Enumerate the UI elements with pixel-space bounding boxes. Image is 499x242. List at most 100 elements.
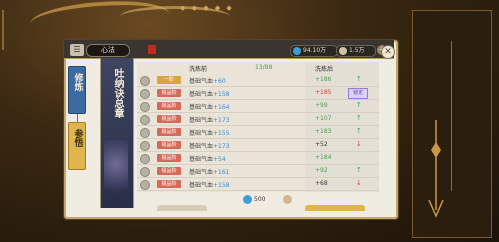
attribute-value: +164 [213,104,230,111]
attribute-before: 基础气血+158 [189,180,230,189]
attribute-after: +99 [315,102,328,109]
table-row[interactable]: 极品阶 基础气血+161 +92 ↑ [137,165,379,177]
arrow-up-icon: ↑ [356,75,362,83]
attribute-after: +183 [315,128,332,135]
quality-badge: 一阶 [157,76,181,84]
lock-checkbox[interactable] [140,102,150,112]
attribute-before: 基础气血+173 [189,141,230,150]
header-after: 洗炼后 [315,66,334,73]
attribute-before: 基础气血+155 [189,128,230,137]
attribute-name: 基础气血 [189,143,214,150]
table-row[interactable]: 极品阶 基础气血+164 +99 ↑ [137,100,379,112]
header-progress: 13/88 [255,64,273,71]
arrow-down-icon: ↓ [356,179,362,187]
attribute-after: +107 [315,115,332,122]
close-button[interactable]: ✕ [381,45,395,59]
attribute-before: 基础气血+54 [189,154,226,163]
arrow-up-icon: ↑ [356,127,362,135]
attribute-before: 基础气血+60 [189,76,226,85]
decor-diamonds: ◆ ◆ ◆ ◆ ◆ [180,4,234,12]
save-button[interactable] [305,205,365,211]
lock-checkbox[interactable] [140,167,150,177]
currency-ingot: 1.5万 + [336,45,387,57]
scroll-ornament [104,140,128,200]
table-row[interactable]: 极品阶 基础气血+158 +68 ↓ [137,178,379,190]
arrow-up-icon: ↑ [356,166,362,174]
attribute-name: 基础气血 [189,78,214,85]
frame-line [451,41,452,191]
table-row[interactable]: 极品阶 基础气血+158 +185 锁定 [137,87,379,99]
quality-badge: 极品阶 [157,141,181,149]
table-row[interactable]: 极品阶 基础气血+155 +183 ↑ [137,126,379,138]
tab-canwu[interactable]: 参悟 [68,122,86,170]
attribute-after: +184 [315,154,332,161]
attribute-name: 基础气血 [189,169,214,176]
lock-badge: 锁定 [348,88,368,99]
refine-button[interactable] [157,205,207,211]
ingot-icon [283,195,292,204]
arrow-up-icon: ↑ [356,101,362,109]
table-row[interactable]: 极品阶 基础气血+173 +107 ↑ [137,113,379,125]
scroll-title: 吐纳诀总章 [112,68,123,118]
attribute-value: +173 [213,143,230,150]
attribute-value: +158 [213,182,230,189]
tab-label: 参悟 [72,129,83,147]
lock-checkbox[interactable] [140,115,150,125]
lock-checkbox[interactable] [140,180,150,190]
quality-badge: 极品阶 [157,167,181,175]
lock-checkbox[interactable] [140,154,150,164]
quality-badge: 极品阶 [157,154,181,162]
attribute-before: 基础气血+161 [189,167,230,176]
quality-badge: 极品阶 [157,102,181,110]
decor-arrow-icon [428,120,444,218]
attribute-after: +186 [315,76,332,83]
arrow-down-icon: ↓ [356,140,362,148]
attribute-name: 基础气血 [189,156,214,163]
right-frame [412,10,492,238]
row-divider [137,190,379,191]
attribute-value: +173 [213,117,230,124]
attribute-after: +52 [315,141,328,148]
cost-bar: 500 [137,193,379,211]
attribute-before: 基础气血+164 [189,102,230,111]
header-before: 洗炼前 [189,66,208,73]
currency-value: 1.5万 [349,47,365,54]
table-header: 洗炼前 13/88 洗炼后 [137,62,379,73]
refine-table: 洗炼前 13/88 洗炼后 一阶 基础气血+60 +186 ↑ 极品阶 基础气血+158 +… [137,62,379,192]
spirit-stone-icon [293,47,301,55]
quality-badge: 极品阶 [157,128,181,136]
lock-checkbox[interactable] [140,141,150,151]
lock-checkbox[interactable] [140,89,150,99]
attribute-after: +92 [315,167,328,174]
table-row[interactable]: 极品阶 基础气血+173 +52 ↓ [137,139,379,151]
cost-ingot [283,195,294,204]
table-row[interactable]: 一阶 基础气血+60 +186 ↑ [137,74,379,86]
attribute-value: +158 [213,91,230,98]
attribute-name: 基础气血 [189,104,214,111]
quality-badge: 极品阶 [157,180,181,188]
attribute-name: 基础气血 [189,130,214,137]
attribute-value: +155 [213,130,230,137]
spirit-stone-icon [243,195,252,204]
attribute-after: +68 [315,180,328,187]
seal-icon [148,45,156,54]
lock-checkbox[interactable] [140,128,150,138]
attribute-before: 基础气血+173 [189,115,230,124]
menu-icon[interactable]: ☰ [70,44,84,56]
quality-badge: 极品阶 [157,89,181,97]
panel-title: 心法 [86,44,130,57]
attribute-value: +54 [213,156,226,163]
attribute-name: 基础气血 [189,182,214,189]
currency-spirit-stone: 94.10万 + [290,45,349,57]
cost-spirit-stone: 500 [243,195,265,204]
tab-xiulian[interactable]: 修炼 [68,66,86,114]
table-row[interactable]: 极品阶 基础气血+54 +184 [137,152,379,164]
lock-checkbox[interactable] [140,76,150,86]
attribute-value: +161 [213,169,230,176]
attribute-value: +60 [213,78,226,85]
ingot-icon [339,47,347,55]
cost-value: 500 [254,196,266,203]
attribute-after: +185 [315,89,332,96]
decor-corner [2,10,32,50]
quality-badge: 极品阶 [157,115,181,123]
